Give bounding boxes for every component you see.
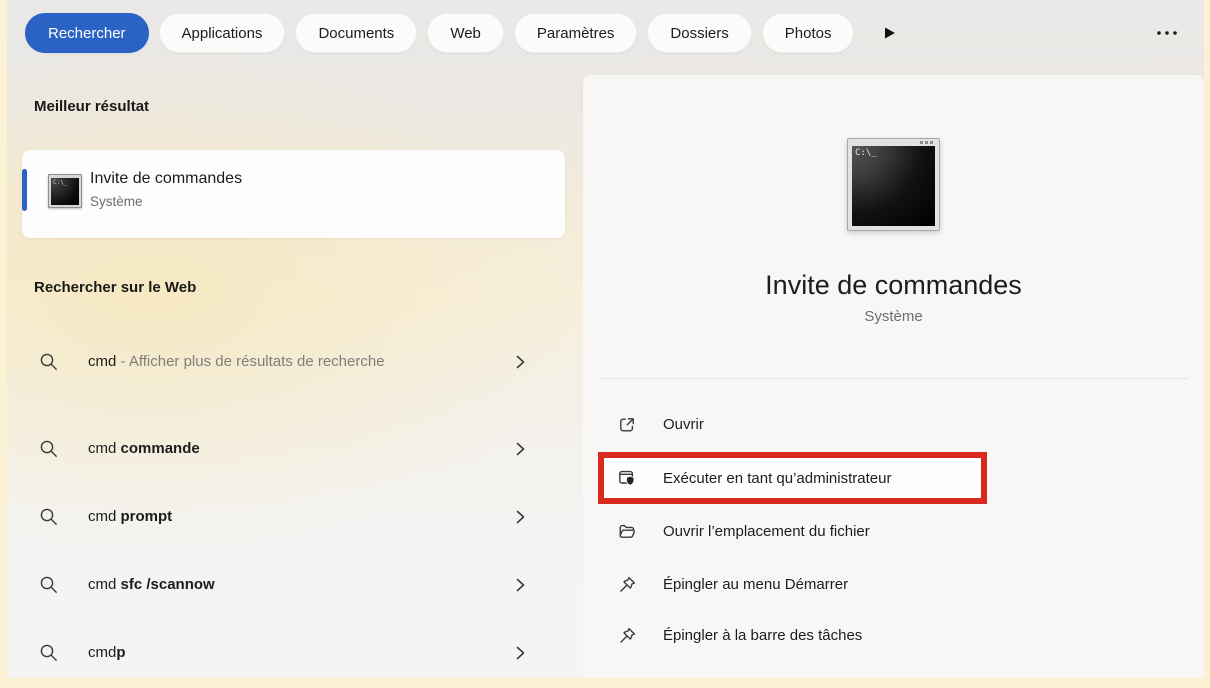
cmd-app-icon: C:\_ xyxy=(48,174,82,208)
search-icon xyxy=(38,574,60,596)
tabs-overflow-button[interactable] xyxy=(882,25,897,41)
action-run-as-admin red-annotation-box[interactable]: Exécuter en tant qu’administrateur xyxy=(598,452,987,504)
tab-web[interactable]: Web xyxy=(427,13,504,53)
suggestion-row-cmd-commande[interactable]: cmd commande xyxy=(22,434,565,464)
search-icon xyxy=(38,642,60,664)
best-result-card[interactable]: C:\_ Invite de commandes Système xyxy=(22,150,565,238)
preview-subtitle: Système xyxy=(583,308,1204,325)
preview-panel: C:\_ Invite de commandes Système Ouvrir xyxy=(583,75,1204,678)
cmd-app-icon-large: C:\_ xyxy=(847,138,940,231)
open-icon xyxy=(617,415,637,435)
suggestion-row-cmd-sfc-scannow[interactable]: cmd sfc /scannow xyxy=(22,570,565,600)
action-label: Épingler à la barre des tâches xyxy=(663,627,862,644)
search-window-body: Rechercher Applications Documents Web Pa… xyxy=(7,0,1204,678)
suggestion-text: cmdp xyxy=(88,638,126,668)
suggestion-query: cmd xyxy=(88,576,121,593)
selection-accent-bar xyxy=(22,169,27,211)
tab-applications[interactable]: Applications xyxy=(159,13,286,53)
tab-photos[interactable]: Photos xyxy=(762,13,855,53)
suggestion-completion: prompt xyxy=(121,508,173,525)
run-as-admin-icon xyxy=(617,468,637,488)
chevron-right-icon xyxy=(513,577,527,593)
tab-documents[interactable]: Documents xyxy=(295,13,417,53)
web-search-heading: Rechercher sur le Web xyxy=(34,278,565,298)
pin-icon xyxy=(617,575,637,595)
action-label: Exécuter en tant qu’administrateur xyxy=(663,470,891,487)
more-options-button[interactable] xyxy=(1154,25,1180,41)
best-result-title: Invite de commandes xyxy=(90,170,242,188)
chevron-right-icon xyxy=(513,509,527,525)
divider xyxy=(599,378,1188,379)
action-label: Épingler au menu Démarrer xyxy=(663,576,848,593)
suggestion-text: cmd sfc /scannow xyxy=(88,570,215,600)
search-icon xyxy=(38,506,60,528)
folder-icon xyxy=(617,522,637,542)
results-panel: Meilleur résultat C:\_ Invite de command… xyxy=(22,58,565,678)
suggestion-text: cmd commande xyxy=(88,434,200,464)
best-result-heading: Meilleur résultat xyxy=(34,97,565,117)
chevron-right-icon xyxy=(513,354,527,370)
action-ouvrir[interactable]: Ouvrir xyxy=(617,411,1204,438)
action-label: Ouvrir xyxy=(663,416,704,433)
action-epingler-demarrer[interactable]: Épingler au menu Démarrer xyxy=(617,571,1204,598)
suggestion-query: cmd xyxy=(88,353,116,370)
suggestion-completion: p xyxy=(116,644,125,661)
suggestion-text: cmd - Afficher plus de résultats de rech… xyxy=(88,347,385,377)
suggestion-completion: commande xyxy=(121,440,200,457)
suggestion-row-cmd-prompt[interactable]: cmd prompt xyxy=(22,502,565,532)
suggestion-query: cmd xyxy=(88,644,116,661)
tab-dossiers[interactable]: Dossiers xyxy=(647,13,751,53)
suggestion-row-cmdp[interactable]: cmdp xyxy=(22,638,565,668)
suggestion-query: cmd xyxy=(88,508,121,525)
action-label: Ouvrir l’emplacement du fichier xyxy=(663,523,870,540)
chevron-right-icon xyxy=(513,441,527,457)
best-result-subtitle: Système xyxy=(90,194,143,209)
suggestion-row-cmd[interactable]: cmd - Afficher plus de résultats de rech… xyxy=(22,332,565,392)
suggestion-completion: sfc /scannow xyxy=(121,576,215,593)
windows-search-flyout: Rechercher Applications Documents Web Pa… xyxy=(0,0,1210,688)
suggestion-text: cmd prompt xyxy=(88,502,172,532)
play-icon xyxy=(882,25,897,41)
filter-tabbar: Rechercher Applications Documents Web Pa… xyxy=(7,0,1204,58)
search-icon xyxy=(38,438,60,460)
chevron-right-icon xyxy=(513,645,527,661)
ellipsis-icon xyxy=(1154,25,1180,41)
suggestion-query: cmd xyxy=(88,440,121,457)
action-ouvrir-emplacement[interactable]: Ouvrir l’emplacement du fichier xyxy=(617,518,1204,545)
pin-icon xyxy=(617,626,637,646)
tab-parametres[interactable]: Paramètres xyxy=(514,13,638,53)
action-epingler-barre-taches[interactable]: Épingler à la barre des tâches xyxy=(617,622,1204,649)
web-suggestion-list: cmd - Afficher plus de résultats de rech… xyxy=(22,332,565,668)
action-list: Ouvrir Exécuter en tant qu’administrateu… xyxy=(583,411,1204,649)
preview-title: Invite de commandes xyxy=(583,270,1204,301)
tab-rechercher[interactable]: Rechercher xyxy=(25,13,149,53)
suggestion-suffix: - Afficher plus de résultats de recherch… xyxy=(116,353,384,370)
search-icon xyxy=(38,351,60,373)
